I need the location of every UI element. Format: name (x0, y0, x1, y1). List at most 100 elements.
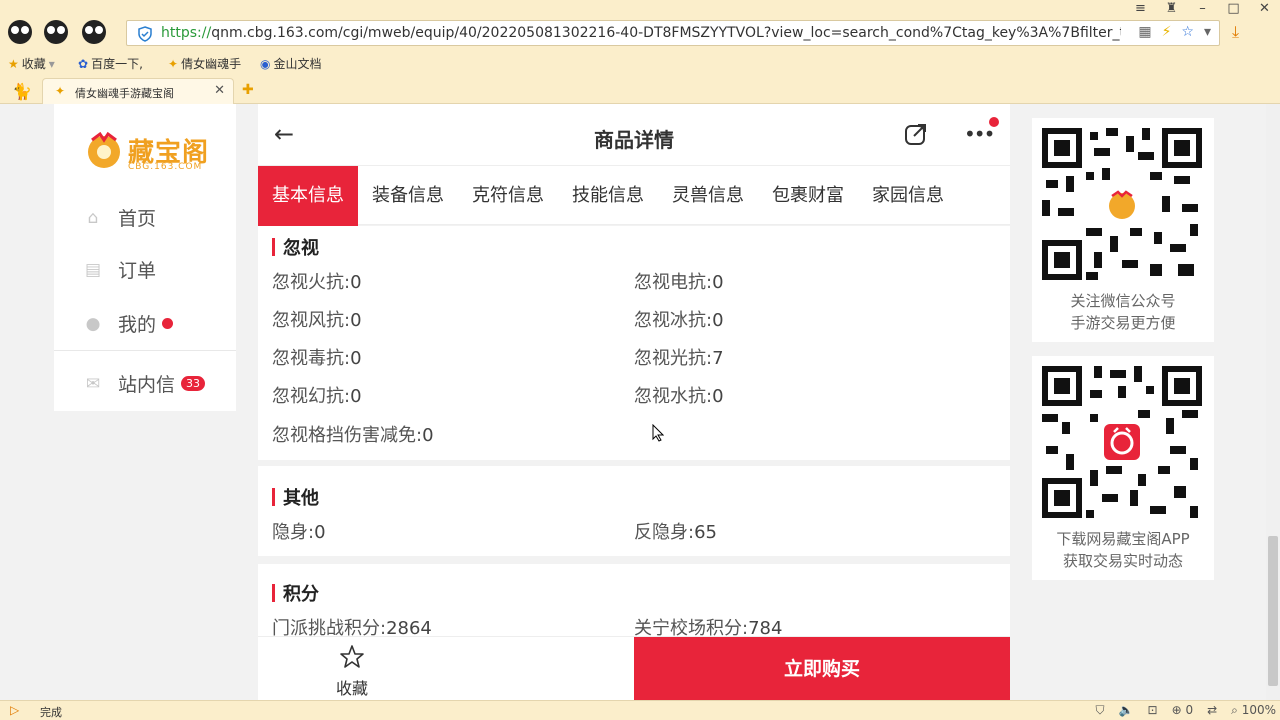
section-title: 其他 (272, 484, 319, 510)
wechat-qr-caption: 关注微信公众号 手游交易更方便 (1032, 290, 1214, 334)
download-icon[interactable]: ⤓ (1232, 22, 1239, 42)
nav-messages[interactable]: ✉ 站内信 33 (84, 370, 206, 397)
stat-label: 忽视风抗: (272, 310, 351, 331)
scrollbar-thumb[interactable] (1268, 536, 1278, 686)
nav-home[interactable]: ⌂ 首页 (84, 204, 156, 231)
stat-value: 7 (712, 348, 724, 369)
stat-label: 忽视幻抗: (272, 386, 351, 407)
stat-row: 忽视毒抗:0 (272, 344, 362, 370)
game-icon: ✦ (168, 56, 179, 71)
brand-domain: CBG.163.COM (128, 162, 203, 172)
address-bar[interactable]: https://qnm.cbg.163.com/cgi/mweb/equip/4… (126, 20, 1220, 46)
close-tab-icon[interactable]: ✕ (214, 83, 225, 98)
game-favicon-icon: ✦ (55, 84, 66, 98)
user-icon: ● (85, 313, 101, 334)
share-icon[interactable] (904, 122, 928, 146)
stat-value: 0 (422, 425, 434, 446)
tab-title: 倩女幽魂手游藏宝阁 (75, 87, 174, 100)
url-scheme: https:// (161, 25, 212, 41)
download-count[interactable]: ⊕ 0 (1172, 703, 1194, 718)
qr-caption-line: 关注微信公众号 (1070, 292, 1176, 310)
media-play-icon[interactable]: ▷ (10, 703, 19, 717)
nav-orders[interactable]: ▤ 订单 (84, 256, 156, 283)
cbg-logo[interactable]: 藏宝阁 CBG.163.COM (82, 126, 212, 174)
wechat-qr-code-icon (1042, 128, 1202, 280)
unread-badge: 33 (181, 376, 206, 391)
close-window-icon[interactable]: ✕ (1249, 0, 1280, 20)
bookmark-favorites[interactable]: ★ 收藏 ▾ (8, 55, 55, 72)
stat-value: 0 (712, 386, 724, 407)
star-outline-icon (340, 645, 364, 668)
tab-home-info[interactable]: 家园信息 (858, 166, 958, 226)
nav-mine[interactable]: ● 我的 (84, 310, 174, 337)
stat-value: 2864 (386, 618, 432, 636)
stat-label: 忽视火抗: (272, 272, 351, 293)
lightning-icon[interactable]: ⚡ (1162, 24, 1172, 40)
tab-skill-info[interactable]: 技能信息 (558, 166, 658, 226)
stat-label: 忽视水抗: (634, 386, 713, 407)
qr-code-icon[interactable]: ▦ (1138, 24, 1151, 40)
stat-row: 忽视冰抗:0 (634, 306, 724, 332)
tab-equipment-info[interactable]: 装备信息 (358, 166, 458, 226)
browser-tab-active[interactable]: ✦ 倩女幽魂手游藏宝阁 ✕ (42, 78, 234, 104)
stat-value: 0 (314, 522, 326, 543)
stat-row: 忽视格挡伤害减免:0 (272, 421, 434, 447)
detail-tabs: 基本信息 装备信息 克符信息 技能信息 灵兽信息 包裹财富 家园信息 (258, 165, 1010, 226)
section-title: 忽视 (272, 234, 319, 260)
favorite-button[interactable]: 收藏 (258, 637, 634, 701)
stat-label: 关宁校场积分: (634, 618, 749, 636)
bookmark-label: 金山文档 (273, 57, 322, 71)
other-section: 其他 隐身:0 反隐身:65 (258, 466, 1010, 556)
menu-icon[interactable]: ≡ (1125, 0, 1156, 20)
speaker-icon[interactable]: 🔈 (1119, 703, 1134, 718)
qr-caption-line: 手游交易更方便 (1070, 314, 1176, 332)
stat-row: 忽视风抗:0 (272, 306, 362, 332)
bookmark-qnm[interactable]: ✦ 倩女幽魂手 (168, 55, 241, 72)
tab-basic-info[interactable]: 基本信息 (258, 166, 358, 226)
bookmark-star-icon[interactable]: ☆ (1181, 24, 1194, 40)
translate-icon[interactable]: ⇄ (1207, 703, 1217, 718)
browser-statusbar: ▷ 完成 ⛉ 🔈 ⊡ ⊕ 0 ⇄ ⌕ 100% (0, 700, 1280, 720)
stat-value: 0 (350, 272, 362, 293)
minimize-icon[interactable]: – (1187, 0, 1218, 20)
more-options-icon[interactable]: ••• (964, 122, 995, 146)
nav-home-label: 首页 (118, 208, 157, 230)
stat-row: 忽视水抗:0 (634, 382, 724, 408)
nav-divider (54, 350, 236, 351)
cat-home-icon[interactable]: 🐈 (12, 82, 32, 101)
new-tab-icon[interactable]: ✚ (242, 82, 254, 98)
bottom-action-bar: 收藏 立即购买 (258, 636, 1010, 701)
star-icon: ★ (8, 56, 19, 71)
url-text[interactable]: https://qnm.cbg.163.com/cgi/mweb/equip/4… (161, 25, 1121, 41)
buy-now-button[interactable]: 立即购买 (634, 637, 1010, 701)
maximize-icon[interactable]: □ (1218, 0, 1249, 20)
browser-titlebar: https://qnm.cbg.163.com/cgi/mweb/equip/4… (0, 0, 1280, 50)
mouse-cursor-icon (652, 424, 664, 442)
shield-status-icon[interactable]: ⛉ (1096, 703, 1105, 718)
nav-messages-label: 站内信 (118, 374, 176, 396)
bookmark-kdocs[interactable]: ◉ 金山文档 (260, 55, 322, 72)
dropdown-arrow-icon[interactable]: ▾ (1204, 24, 1211, 40)
stat-value: 0 (350, 310, 362, 331)
section-marker (272, 488, 275, 506)
address-bar-icons: ▦ ⚡ ☆ ▾ (1138, 24, 1211, 40)
stat-value: 0 (712, 310, 724, 331)
tab-inventory-wealth[interactable]: 包裹财富 (758, 166, 858, 226)
browser-logo-icon[interactable] (4, 14, 112, 48)
bookmark-baidu[interactable]: ✿ 百度一下, (78, 55, 143, 72)
stat-row: 反隐身:65 (634, 518, 717, 544)
order-icon: ▤ (84, 259, 102, 280)
page-scrollbar[interactable] (1266, 104, 1280, 700)
skin-icon[interactable]: ♜ (1156, 0, 1187, 20)
section-title-text: 积分 (283, 584, 319, 605)
tab-pet-info[interactable]: 灵兽信息 (658, 166, 758, 226)
tab-rune-info[interactable]: 克符信息 (458, 166, 558, 226)
zoom-level[interactable]: ⌕ 100% (1231, 703, 1276, 718)
paw-icon: ✿ (78, 56, 89, 71)
tab-bar: 🐈 ✦ 倩女幽魂手游藏宝阁 ✕ ✚ (0, 76, 1280, 104)
stat-label: 隐身: (272, 522, 315, 543)
stat-row: 忽视幻抗:0 (272, 382, 362, 408)
stat-row: 忽视光抗:7 (634, 344, 724, 370)
notification-dot (162, 318, 174, 329)
screenshot-icon[interactable]: ⊡ (1148, 703, 1158, 718)
